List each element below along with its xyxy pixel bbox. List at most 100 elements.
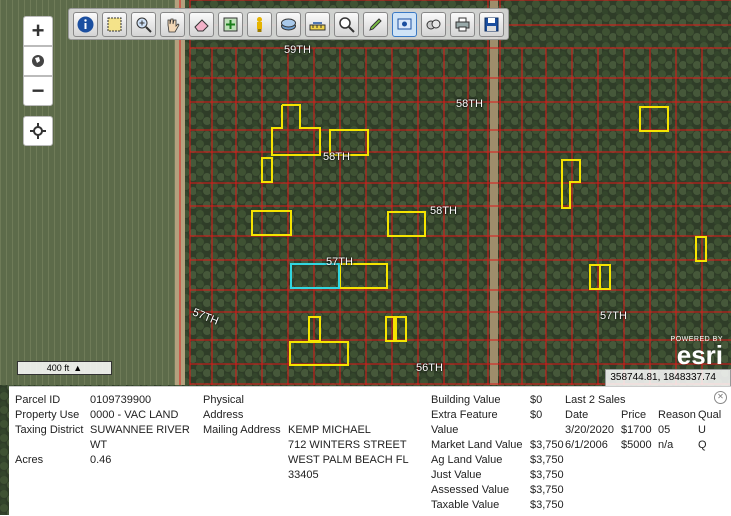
- taxable-label: Taxable Value: [431, 499, 500, 511]
- close-panel-button[interactable]: ✕: [714, 391, 727, 404]
- close-icon: ✕: [717, 392, 724, 401]
- identify-icon: [397, 18, 412, 29]
- road-label: 59TH: [284, 44, 311, 56]
- property-use-label: Property Use: [15, 409, 80, 421]
- physical-label: Physical: [203, 394, 244, 406]
- draw-button[interactable]: [363, 11, 388, 37]
- sale-price: $5000: [621, 439, 652, 451]
- select-area-button[interactable]: [102, 11, 127, 37]
- mailing-line-4: 33405: [288, 469, 319, 481]
- value-label: Value: [431, 424, 459, 436]
- address-label: Address: [203, 409, 244, 421]
- search-tool-icon: [339, 16, 355, 33]
- building-value-label: Building Value: [431, 394, 501, 406]
- mailing-line-2: 712 WINTERS STREET: [288, 439, 407, 451]
- minus-icon: −: [31, 78, 45, 103]
- sale-date: 6/1/2006: [565, 439, 608, 451]
- road-label: 58TH: [430, 205, 457, 217]
- taxing-district-label: Taxing District: [15, 424, 84, 436]
- extra-feature-value: $0: [530, 409, 543, 421]
- sales-header-price: Price: [621, 409, 647, 421]
- eraser-button[interactable]: [189, 11, 214, 37]
- sale-reason: 05: [658, 424, 671, 436]
- parcel-id-label: Parcel ID: [15, 394, 61, 406]
- sale-qual: U: [698, 424, 706, 436]
- print-button[interactable]: [450, 11, 475, 37]
- mailing-line-1: KEMP MICHAEL: [288, 424, 371, 436]
- extra-feature-label: Extra Feature: [431, 409, 498, 421]
- globe-icon: [32, 55, 44, 67]
- sale-date: 3/20/2020: [565, 424, 614, 436]
- search-tool-button[interactable]: [334, 11, 359, 37]
- home-globe-button[interactable]: [23, 46, 53, 76]
- just-value: $3,750: [530, 469, 564, 481]
- locate-button[interactable]: [23, 116, 53, 146]
- sales-header-date: Date: [565, 409, 589, 421]
- layers-icon: [281, 18, 296, 30]
- eraser-icon: [194, 18, 209, 31]
- sale-reason: n/a: [658, 439, 674, 451]
- buffer-icon: [426, 19, 441, 29]
- add-layer-button[interactable]: [218, 11, 243, 37]
- scale-label: 400 ft: [46, 363, 70, 373]
- ag-land-value: $3,750: [530, 454, 564, 466]
- mailing-address-label: Mailing Address: [203, 424, 281, 436]
- sales-title: Last 2 Sales: [565, 394, 626, 406]
- market-land-value: $3,750: [530, 439, 564, 451]
- taxing-district-value-cont: WT: [90, 439, 108, 451]
- plus-icon: +: [31, 18, 45, 43]
- sale-price: $1700: [621, 424, 652, 436]
- road-label: 56TH: [416, 362, 443, 374]
- parcel-id-value: 0109739900: [90, 394, 152, 406]
- street-view-person-icon: [257, 16, 262, 32]
- info-icon: [77, 16, 94, 32]
- street-view-button[interactable]: [247, 11, 272, 37]
- sales-header-qual: Qual: [698, 409, 722, 421]
- pan-button[interactable]: [160, 11, 185, 37]
- sales-header-reason: Reason: [658, 409, 696, 421]
- taxable-value: $3,750: [530, 499, 564, 511]
- add-layer-icon: [223, 17, 238, 31]
- property-use-value: 0000 - VAC LAND: [90, 409, 179, 421]
- buffer-button[interactable]: [421, 11, 446, 37]
- esri-logo: esri: [676, 340, 723, 370]
- road-label: 58TH: [456, 98, 483, 110]
- pan-hand-icon: [167, 18, 180, 32]
- parcel-info-panel: Parcel ID 0109739900 Property Use 0000 -…: [9, 386, 731, 516]
- coordinate-value: 358744.81, 1848337.74: [610, 372, 716, 383]
- triangle-icon: ▲: [73, 363, 83, 373]
- layers-button[interactable]: [276, 11, 301, 37]
- measure-icon: [309, 21, 326, 30]
- sale-qual: Q: [698, 439, 707, 451]
- mailing-line-3: WEST PALM BEACH FL: [288, 454, 409, 466]
- select-area-icon: [107, 17, 122, 31]
- scale-bar: 400 ft ▲: [17, 361, 112, 375]
- acres-label: Acres: [15, 454, 44, 466]
- info-button[interactable]: [73, 11, 98, 37]
- road-label: 57TH: [326, 256, 353, 268]
- just-value-label: Just Value: [431, 469, 482, 481]
- road-label: 58TH: [323, 151, 350, 163]
- market-land-label: Market Land Value: [431, 439, 523, 451]
- zoom-in-tool-button[interactable]: [131, 11, 156, 37]
- crosshair-icon: [30, 123, 46, 139]
- print-icon: [455, 17, 470, 31]
- attribution: POWERED BY esri: [671, 336, 723, 370]
- road-label: 57TH: [600, 310, 627, 322]
- save-button[interactable]: [479, 11, 504, 37]
- coordinate-readout: 358744.81, 1848337.74: [605, 369, 731, 387]
- acres-value: 0.46: [90, 454, 112, 466]
- zoom-in-button[interactable]: +: [23, 16, 53, 46]
- building-value: $0: [530, 394, 543, 406]
- taxing-district-value: SUWANNEE RIVER: [90, 424, 190, 436]
- measure-button[interactable]: [305, 11, 330, 37]
- assessed-value: $3,750: [530, 484, 564, 496]
- zoom-out-button[interactable]: −: [23, 76, 53, 106]
- map-toolbar: [68, 8, 509, 40]
- ag-land-label: Ag Land Value: [431, 454, 503, 466]
- zoom-in-tool-icon: [136, 17, 152, 33]
- assessed-label: Assessed Value: [431, 484, 510, 496]
- identify-button[interactable]: [392, 11, 417, 37]
- save-icon: [484, 17, 499, 31]
- draw-pencil-icon: [369, 17, 382, 31]
